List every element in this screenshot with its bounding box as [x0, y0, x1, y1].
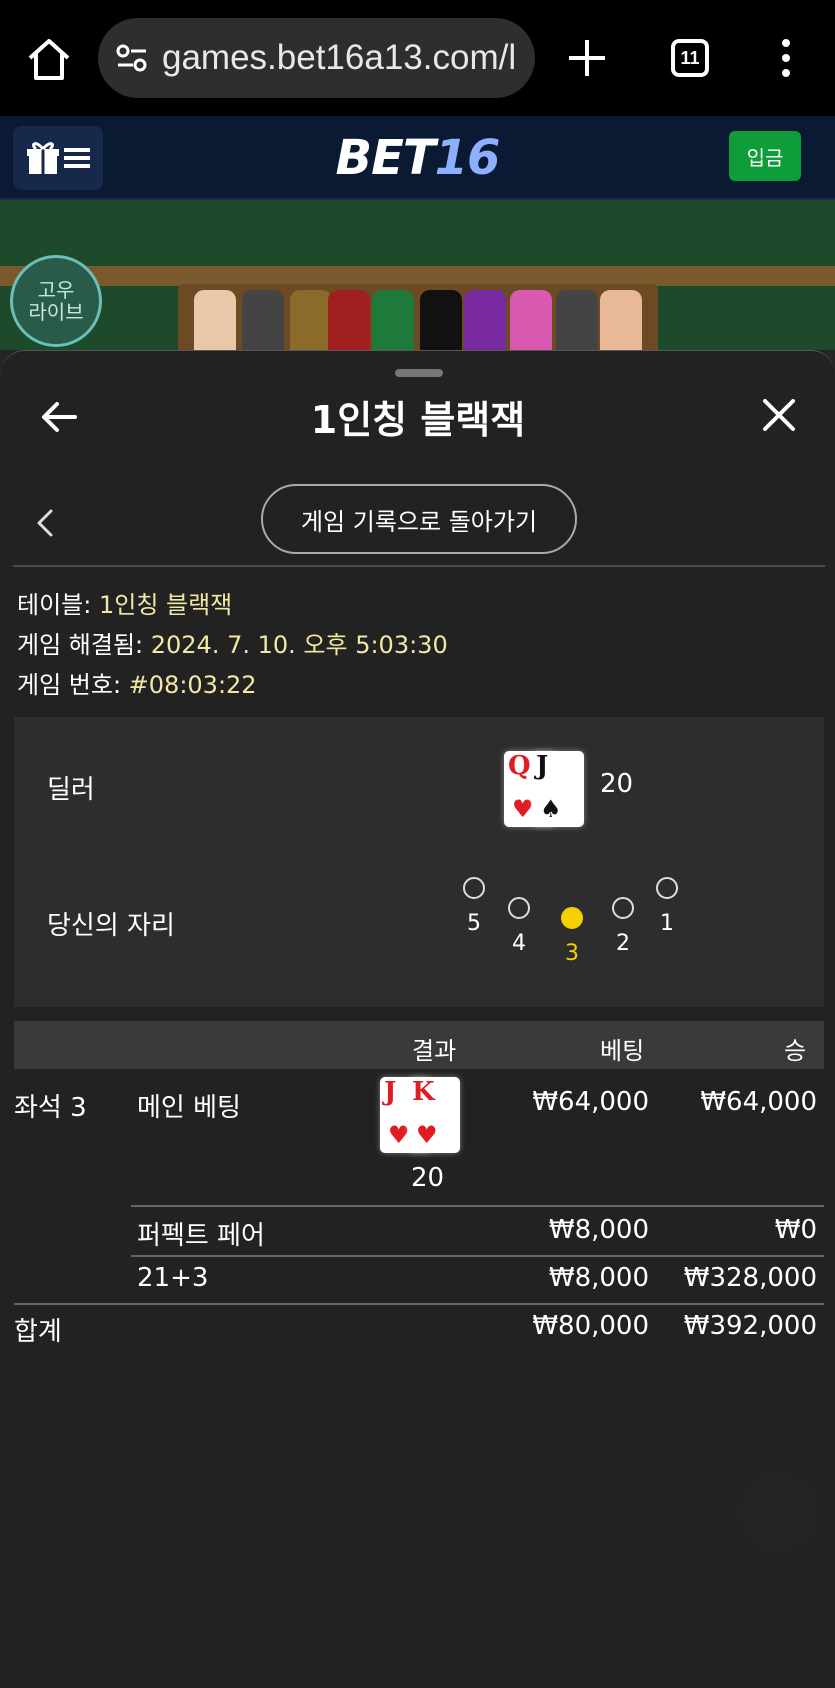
back-to-history-button[interactable]: 게임 기록으로 돌아가기 [261, 484, 577, 554]
live-badge-top: 고우 [37, 278, 75, 302]
game-number-info: 게임 번호: #08:03:22 [17, 665, 257, 700]
player-score: 20 [411, 1163, 445, 1193]
total-win-amount: ₩392,000 [683, 1311, 817, 1341]
more-menu-icon[interactable] [776, 38, 796, 78]
seat-name: 좌석 3 [14, 1093, 87, 1123]
chevron-left-icon[interactable] [35, 507, 55, 539]
browser-toolbar: games.bet16a13.com/l 11 [0, 0, 835, 116]
perfect-pair-win-amount: ₩0 [774, 1215, 817, 1245]
total-divider [14, 1303, 824, 1305]
panel-title: 1인칭 블랙잭 [310, 398, 526, 442]
total-label: 합계 [14, 1317, 62, 1347]
card-suit: ♥ [388, 1120, 410, 1149]
card-rank: Q [508, 751, 531, 781]
game-number-label: 게임 번호: [17, 671, 129, 699]
seat-3-marker [561, 907, 583, 929]
main-bet-amount: ₩64,000 [532, 1087, 649, 1117]
21plus3-win-amount: ₩328,000 [683, 1263, 817, 1293]
site-settings-icon[interactable] [112, 38, 152, 78]
url-text: games.bet16a13.com/l [162, 38, 517, 77]
bet-type-perfect-pair: 퍼펙트 페어 [137, 1221, 265, 1251]
live-badge[interactable]: 고우 라이브 [10, 255, 102, 347]
seat-5-marker [463, 877, 485, 899]
new-tab-icon[interactable] [566, 32, 608, 84]
seat-2-number: 2 [616, 931, 630, 956]
seat-4-marker [508, 897, 530, 919]
home-icon[interactable] [24, 34, 74, 84]
seat-2-marker [612, 897, 634, 919]
21plus3-bet-amount: ₩8,000 [548, 1263, 649, 1293]
game-history-panel: 1인칭 블랙잭 게임 기록으로 돌아가기 테이블: 1인칭 블랙잭 게임 해결됨… [1, 350, 835, 1688]
your-seat-label: 당신의 자리 [47, 911, 175, 941]
close-icon[interactable] [761, 397, 797, 433]
bet-type-main: 메인 베팅 [137, 1093, 241, 1123]
seat-5-number: 5 [467, 911, 481, 936]
results-table-header: 결과 베팅 승 [14, 1021, 824, 1069]
row-divider [131, 1255, 824, 1257]
card-rank: J [536, 751, 549, 781]
card-rank: J [384, 1077, 397, 1107]
drag-handle[interactable] [395, 369, 443, 377]
seat-4-number: 4 [512, 931, 526, 956]
dealer-score: 20 [600, 769, 634, 799]
table-info: 테이블: 1인칭 블랙잭 [17, 585, 232, 620]
seat-1-marker [656, 877, 678, 899]
card-suit: ♥ [512, 794, 534, 823]
dealer-label: 딜러 [47, 775, 95, 805]
header-bet: 베팅 [600, 1037, 645, 1065]
address-bar[interactable]: games.bet16a13.com/l [98, 18, 535, 98]
resolved-value: 2024. 7. 10. 오후 5:03:30 [150, 631, 448, 659]
perfect-pair-bet-amount: ₩8,000 [548, 1215, 649, 1245]
resolved-info: 게임 해결됨: 2024. 7. 10. 오후 5:03:30 [17, 625, 448, 660]
header-result: 결과 [412, 1037, 457, 1065]
row-divider [131, 1205, 824, 1207]
hands-box: 딜러 Q ♥ J ♠ 20 당신의 자리 5 4 3 2 1 [14, 717, 824, 1007]
table-rail [0, 266, 835, 286]
table-label: 테이블: [17, 591, 99, 619]
dealer-card: J ♠ [532, 751, 584, 827]
bet-type-21plus3: 21+3 [137, 1263, 209, 1293]
main-win-amount: ₩64,000 [700, 1087, 817, 1117]
card-suit: ♥ [416, 1120, 438, 1149]
live-badge-bottom: 라이브 [28, 300, 84, 324]
logo-number: 16 [434, 130, 501, 186]
resolved-label: 게임 해결됨: [17, 631, 151, 659]
total-bet-amount: ₩80,000 [532, 1311, 649, 1341]
seat-1-number: 1 [660, 911, 674, 936]
game-number-value: #08:03:22 [128, 671, 257, 699]
divider [13, 565, 825, 567]
header-win: 승 [784, 1037, 807, 1065]
card-suit: ♠ [540, 794, 562, 823]
tab-switcher-button[interactable]: 11 [671, 39, 709, 77]
site-logo[interactable]: BET16 [0, 130, 835, 186]
logo-text: BET [335, 130, 436, 186]
card-rank: K [412, 1077, 435, 1107]
site-header: BET16 입금 [0, 116, 835, 200]
seat-3-number: 3 [565, 941, 579, 966]
table-value: 1인칭 블랙잭 [98, 591, 233, 619]
deposit-button[interactable]: 입금 [729, 131, 801, 181]
